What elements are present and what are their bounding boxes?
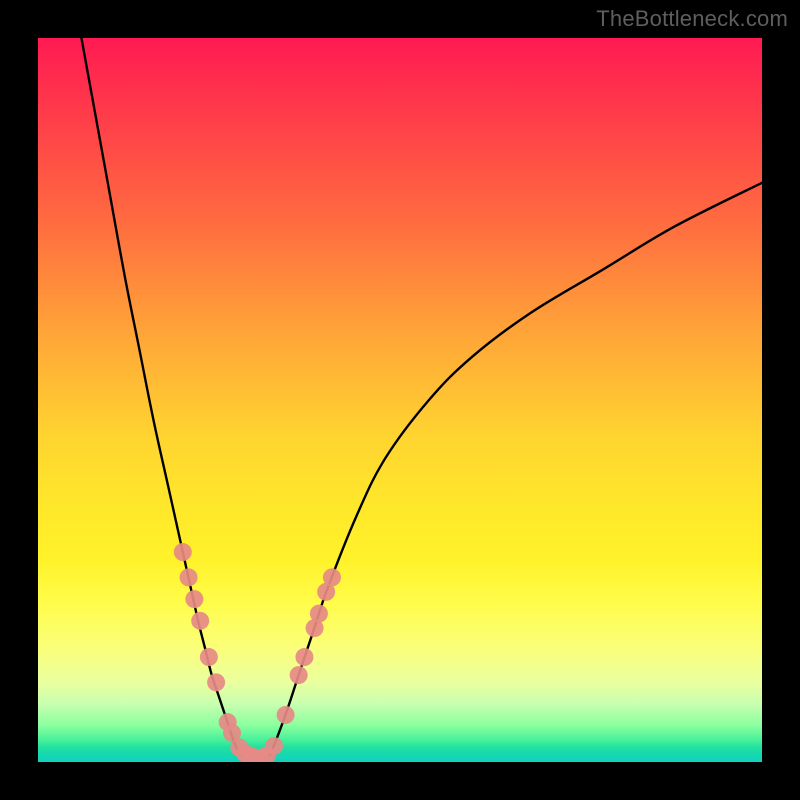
curve-marker bbox=[207, 673, 225, 691]
curve-marker bbox=[185, 590, 203, 608]
curve-marker bbox=[323, 568, 341, 586]
marker-group bbox=[174, 543, 341, 762]
curve-marker bbox=[191, 612, 209, 630]
bottleneck-curve bbox=[81, 38, 762, 759]
curve-group bbox=[81, 38, 762, 759]
chart-svg bbox=[38, 38, 762, 762]
curve-marker bbox=[295, 648, 313, 666]
chart-frame: TheBottleneck.com bbox=[0, 0, 800, 800]
curve-marker bbox=[180, 568, 198, 586]
plot-area bbox=[38, 38, 762, 762]
curve-marker bbox=[310, 605, 328, 623]
curve-marker bbox=[174, 543, 192, 561]
curve-marker bbox=[290, 666, 308, 684]
attribution-watermark: TheBottleneck.com bbox=[596, 6, 788, 32]
curve-marker bbox=[277, 706, 295, 724]
curve-marker bbox=[200, 648, 218, 666]
curve-marker bbox=[265, 737, 283, 755]
